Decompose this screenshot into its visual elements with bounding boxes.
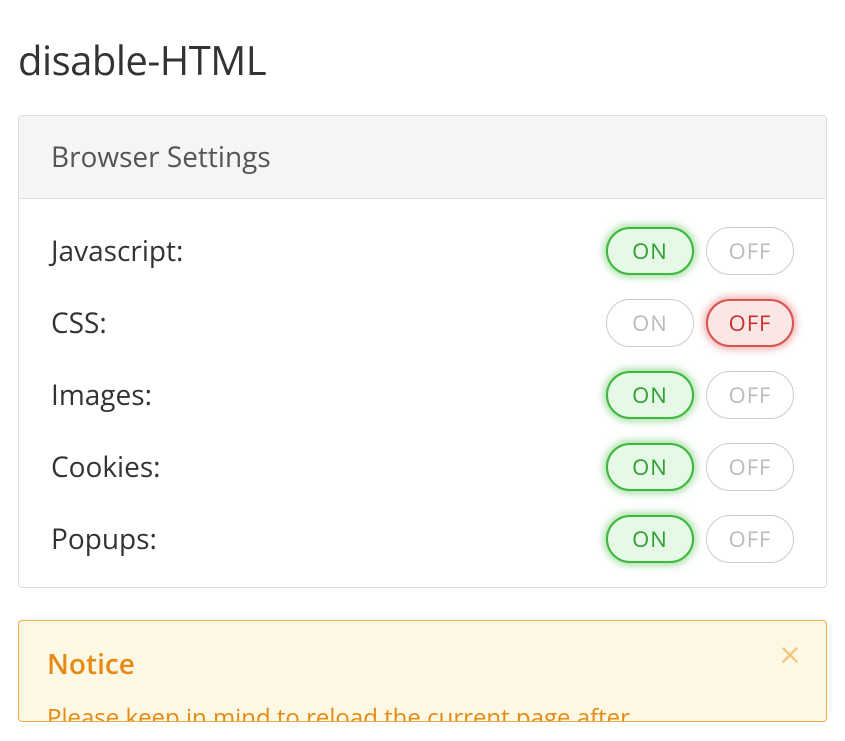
setting-row-popups: Popups: ON OFF (51, 515, 794, 563)
setting-row-javascript: Javascript: ON OFF (51, 227, 794, 275)
notice-panel: Notice Please keep in mind to reload the… (18, 620, 827, 722)
setting-label-cookies: Cookies: (51, 448, 161, 486)
notice-text: Please keep in mind to reload the curren… (47, 701, 798, 722)
setting-label-popups: Popups: (51, 520, 157, 558)
notice-title: Notice (47, 645, 798, 683)
javascript-on-button[interactable]: ON (606, 227, 694, 275)
page-title: disable-HTML (18, 32, 827, 87)
javascript-off-button[interactable]: OFF (706, 227, 794, 275)
toggle-group-cookies: ON OFF (606, 443, 794, 491)
cookies-off-button[interactable]: OFF (706, 443, 794, 491)
toggle-group-images: ON OFF (606, 371, 794, 419)
setting-label-javascript: Javascript: (51, 232, 183, 270)
setting-label-css: CSS: (51, 304, 107, 342)
setting-row-css: CSS: ON OFF (51, 299, 794, 347)
popups-on-button[interactable]: ON (606, 515, 694, 563)
images-off-button[interactable]: OFF (706, 371, 794, 419)
panel-body: Javascript: ON OFF CSS: ON OFF Images: O… (19, 199, 826, 587)
toggle-group-popups: ON OFF (606, 515, 794, 563)
setting-row-images: Images: ON OFF (51, 371, 794, 419)
toggle-group-javascript: ON OFF (606, 227, 794, 275)
setting-label-images: Images: (51, 376, 152, 414)
images-on-button[interactable]: ON (606, 371, 694, 419)
cookies-on-button[interactable]: ON (606, 443, 694, 491)
setting-row-cookies: Cookies: ON OFF (51, 443, 794, 491)
panel-header: Browser Settings (19, 116, 826, 199)
css-on-button[interactable]: ON (606, 299, 694, 347)
css-off-button[interactable]: OFF (706, 299, 794, 347)
close-icon[interactable] (776, 641, 804, 674)
toggle-group-css: ON OFF (606, 299, 794, 347)
browser-settings-panel: Browser Settings Javascript: ON OFF CSS:… (18, 115, 827, 588)
popups-off-button[interactable]: OFF (706, 515, 794, 563)
